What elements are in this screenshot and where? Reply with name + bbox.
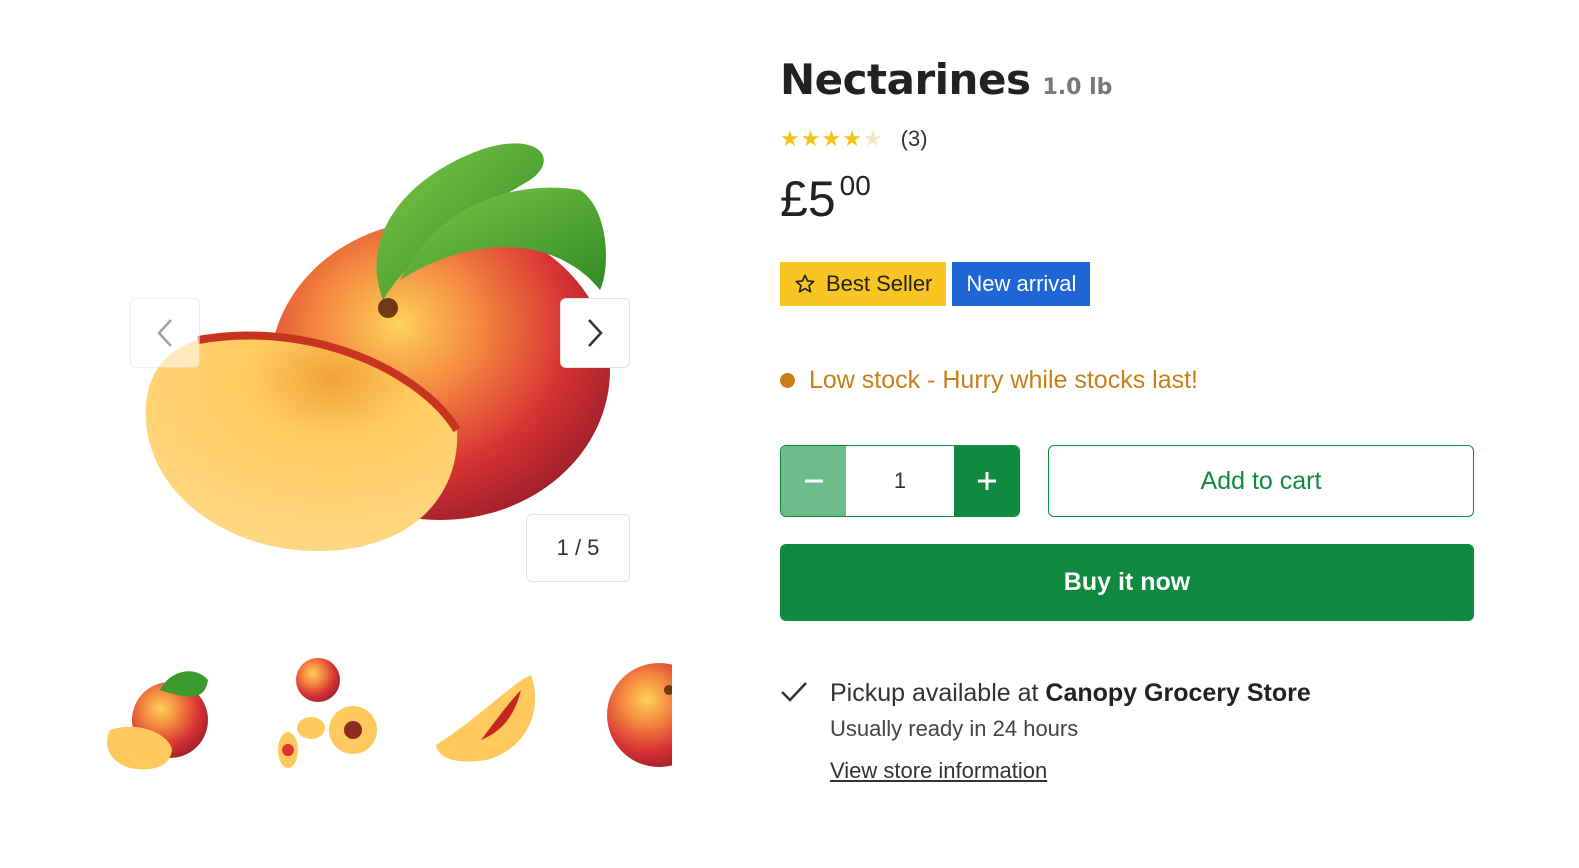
gallery-next-button[interactable] (560, 298, 630, 368)
star-icon: ★ (780, 126, 800, 151)
check-icon (780, 679, 812, 784)
new-arrival-badge: New arrival (952, 262, 1091, 306)
pickup-ready-time: Usually ready in 24 hours (830, 716, 1079, 741)
pickup-prefix: Pickup available at (830, 679, 1046, 707)
minus-icon (804, 479, 823, 483)
chevron-right-icon (588, 319, 603, 347)
product-title: Nectarines (780, 55, 1031, 104)
gallery-prev-button[interactable] (130, 298, 200, 368)
quantity-input[interactable] (846, 446, 954, 516)
quantity-stepper (780, 445, 1020, 517)
product-gallery: 1 / 5 (100, 120, 670, 600)
pickup-store-name: Canopy Grocery Store (1045, 679, 1311, 707)
view-store-link[interactable]: View store information (830, 758, 1047, 784)
stock-dot-icon (780, 373, 795, 388)
badges: Best Seller New arrival (780, 262, 1474, 306)
pickup-info: Pickup available at Canopy Grocery Store… (780, 679, 1474, 784)
star-icon: ★ (800, 126, 821, 151)
stock-label: Low stock - Hurry while stocks last! (809, 366, 1198, 394)
add-to-cart-button[interactable]: Add to cart (1048, 445, 1474, 517)
thumbnail-strip (100, 650, 672, 780)
best-seller-label: Best Seller (826, 271, 933, 296)
thumbnail-3[interactable] (426, 650, 544, 780)
thumbnail-2[interactable] (263, 650, 381, 780)
star-outline-icon (795, 274, 815, 293)
product-rating[interactable]: ★ ★ ★ ★ ★ (3) (780, 126, 1474, 152)
stock-status: Low stock - Hurry while stocks last! (780, 366, 1474, 395)
star-icon: ★ (821, 126, 842, 151)
product-details: Nectarines 1.0 lb ★ ★ ★ ★ ★ (3) £ 5 00 B… (780, 55, 1474, 784)
thumbnail-4[interactable] (589, 650, 672, 780)
star-icon: ★ (842, 126, 862, 151)
quantity-increase-button[interactable] (954, 446, 1019, 516)
plus-icon (977, 472, 996, 490)
rating-stars: ★ ★ ★ ★ ★ (780, 128, 883, 150)
review-count: (3) (900, 126, 928, 151)
title-row: Nectarines 1.0 lb (780, 55, 1474, 104)
price-currency: £ (780, 171, 808, 227)
quantity-decrease-button[interactable] (781, 446, 846, 516)
price-whole: 5 (807, 171, 836, 227)
star-empty-icon: ★ (862, 126, 883, 151)
product-weight: 1.0 lb (1042, 75, 1113, 100)
chevron-left-icon (157, 319, 172, 347)
pickup-availability: Pickup available at Canopy Grocery Store (830, 679, 1311, 708)
purchase-row: Add to cart (780, 445, 1474, 517)
best-seller-badge: Best Seller (780, 262, 947, 306)
buy-now-button[interactable]: Buy it now (780, 544, 1474, 621)
gallery-counter: 1 / 5 (526, 514, 630, 582)
price-cents: 00 (839, 170, 871, 201)
product-price: £ 5 00 (780, 170, 1474, 227)
thumbnail-1[interactable] (100, 650, 218, 780)
pickup-text: Pickup available at Canopy Grocery Store… (830, 679, 1311, 784)
